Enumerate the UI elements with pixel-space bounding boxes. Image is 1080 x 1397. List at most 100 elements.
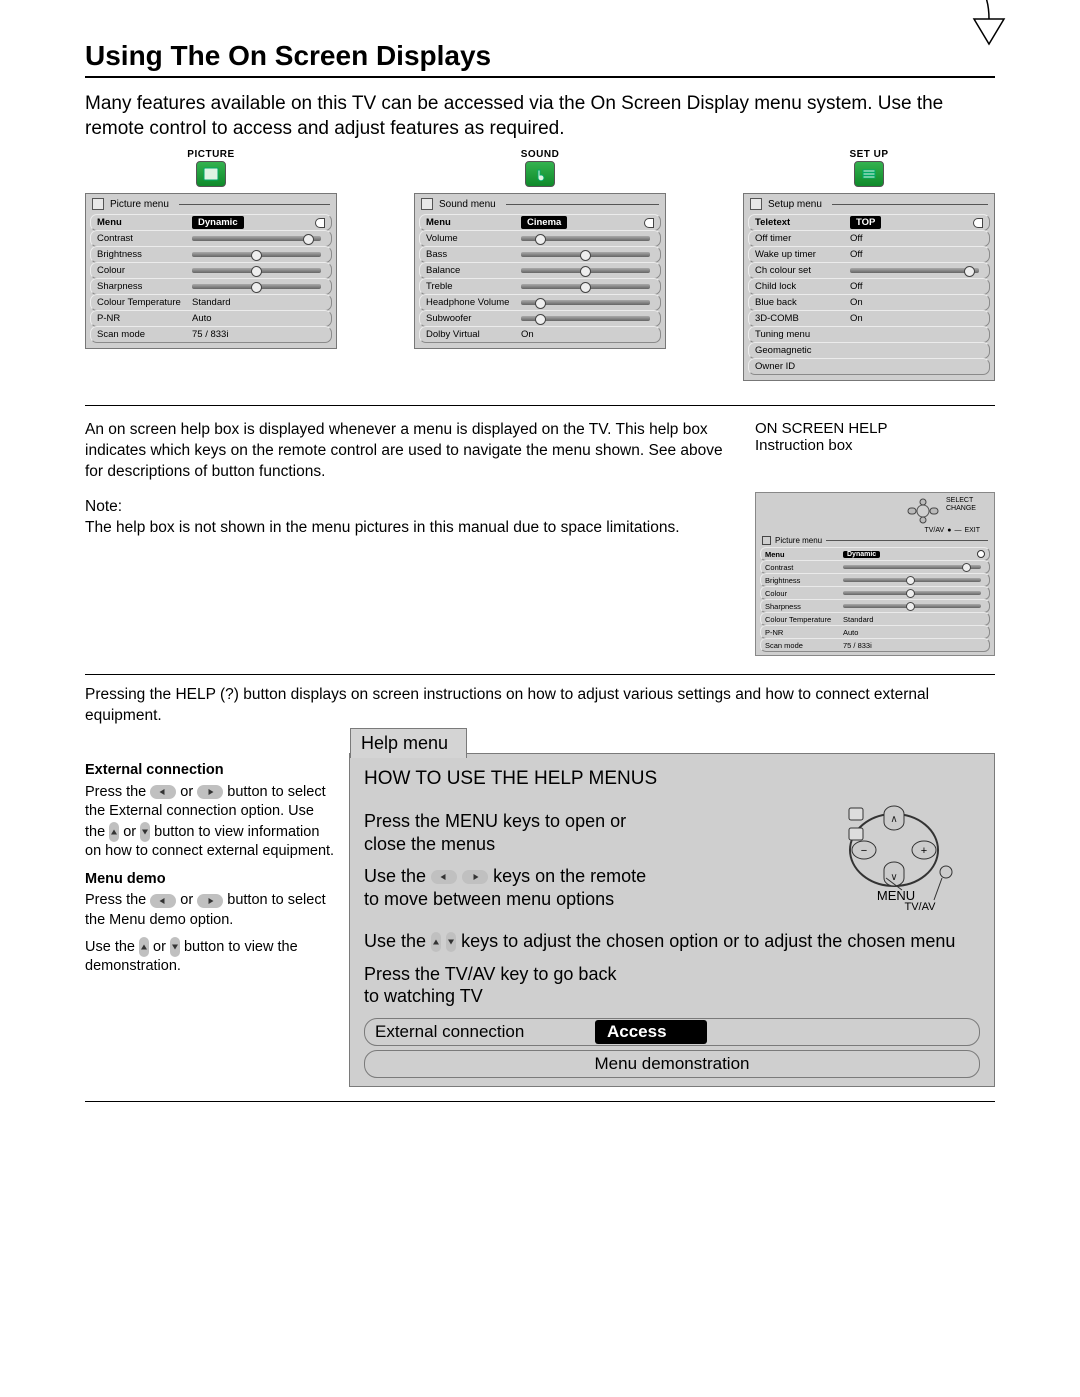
- osd-row[interactable]: Volume: [419, 230, 661, 247]
- osd-row[interactable]: 3D-COMBOn: [748, 310, 990, 327]
- osd-row[interactable]: Sharpness: [90, 278, 332, 295]
- slider-track[interactable]: [521, 268, 650, 273]
- setup-icon: [854, 161, 884, 187]
- picture-header: PICTURE: [85, 149, 337, 160]
- osd-row[interactable]: Blue backOn: [748, 294, 990, 311]
- slider-track[interactable]: [843, 578, 981, 582]
- osd-row[interactable]: P-NRAuto: [90, 310, 332, 327]
- osd-row[interactable]: Geomagnetic: [748, 342, 990, 359]
- slider-track[interactable]: [192, 252, 321, 257]
- help-button-intro: Pressing the HELP (?) button displays on…: [85, 685, 995, 727]
- osd-row-value: On: [521, 329, 654, 340]
- slider-thumb[interactable]: [580, 266, 591, 277]
- slider-thumb[interactable]: [303, 234, 314, 245]
- slider-thumb[interactable]: [964, 266, 975, 277]
- osd-row[interactable]: Scan mode75 / 833i: [760, 638, 990, 652]
- slider-track[interactable]: [521, 300, 650, 305]
- osd-row-label: Sharpness: [765, 602, 843, 611]
- setup-osd-title-text: Setup menu: [768, 199, 822, 210]
- osd-row[interactable]: Child lockOff: [748, 278, 990, 295]
- osd-row-label: Volume: [426, 233, 521, 244]
- osd-row[interactable]: Treble: [419, 278, 661, 295]
- osd-row-label: Geomagnetic: [755, 345, 850, 356]
- osd-row[interactable]: MenuDynamic: [760, 547, 990, 561]
- slider-track[interactable]: [521, 236, 650, 241]
- row-endcap-icon: [644, 218, 654, 228]
- slider-thumb[interactable]: [906, 589, 915, 598]
- osd-row[interactable]: Colour TemperatureStandard: [760, 612, 990, 626]
- help-illustration: ON SCREEN HELP Instruction box: [755, 420, 995, 656]
- osd-row[interactable]: Headphone Volume: [419, 294, 661, 311]
- osd-row-value: Off: [850, 249, 983, 260]
- osd-row[interactable]: Brightness: [90, 246, 332, 263]
- osd-row-label: Colour Temperature: [97, 297, 192, 308]
- slider-track[interactable]: [192, 268, 321, 273]
- access-pill: Access: [595, 1020, 707, 1044]
- slider-thumb[interactable]: [535, 234, 546, 245]
- slider-track[interactable]: [843, 591, 981, 595]
- slider-thumb[interactable]: [535, 314, 546, 325]
- picture-osd-title-text: Picture menu: [110, 199, 169, 210]
- osd-row[interactable]: Owner ID: [748, 358, 990, 375]
- slider-thumb[interactable]: [535, 298, 546, 309]
- left-key-icon: [431, 870, 457, 884]
- osd-row[interactable]: MenuCinema: [419, 214, 661, 231]
- sound-osd: Sound menu MenuCinemaVolumeBassBalanceTr…: [414, 193, 666, 349]
- osd-row-label: Contrast: [765, 563, 843, 572]
- help-menu-row-external[interactable]: External connection Access: [364, 1018, 980, 1046]
- left-key-icon: [150, 785, 176, 799]
- osd-row-value: 75 / 833i: [192, 329, 325, 340]
- osd-row[interactable]: Sharpness: [760, 599, 990, 613]
- osd-row[interactable]: Ch colour set: [748, 262, 990, 279]
- rule: [85, 405, 995, 406]
- osd-row[interactable]: Colour: [90, 262, 332, 279]
- osd-row[interactable]: Dolby VirtualOn: [419, 326, 661, 343]
- osd-row[interactable]: Bass: [419, 246, 661, 263]
- osd-row-label: Scan mode: [765, 641, 843, 650]
- osd-row[interactable]: Tuning menu: [748, 326, 990, 343]
- slider-track[interactable]: [850, 268, 979, 273]
- osd-menus-row: PICTURE Picture menu MenuDynamicContrast…: [85, 149, 995, 381]
- osd-row-value-badge: Cinema: [521, 216, 567, 229]
- osd-row[interactable]: Contrast: [760, 560, 990, 574]
- osd-row-label: Dolby Virtual: [426, 329, 521, 340]
- right-key-icon: [197, 785, 223, 799]
- osd-row[interactable]: Contrast: [90, 230, 332, 247]
- osd-row[interactable]: Brightness: [760, 573, 990, 587]
- slider-thumb[interactable]: [962, 563, 971, 572]
- osd-row[interactable]: Colour TemperatureStandard: [90, 294, 332, 311]
- menu-demo-text1: Press the or button to select the Menu d…: [85, 891, 335, 930]
- osd-row[interactable]: Subwoofer: [419, 310, 661, 327]
- osd-row[interactable]: Wake up timerOff: [748, 246, 990, 263]
- setup-osd: Setup menu TeletextTOPOff timerOffWake u…: [743, 193, 995, 381]
- osd-row[interactable]: MenuDynamic: [90, 214, 332, 231]
- osd-row-value-badge: Dynamic: [192, 216, 244, 229]
- osd-row[interactable]: Balance: [419, 262, 661, 279]
- ext-conn-heading: External connection: [85, 761, 335, 781]
- osd-row[interactable]: Off timerOff: [748, 230, 990, 247]
- picture-title-icon: [92, 198, 104, 210]
- slider-track[interactable]: [843, 565, 981, 569]
- slider-thumb[interactable]: [251, 250, 262, 261]
- slider-thumb[interactable]: [906, 576, 915, 585]
- slider-track[interactable]: [521, 252, 650, 257]
- slider-thumb[interactable]: [580, 282, 591, 293]
- slider-thumb[interactable]: [580, 250, 591, 261]
- help-p1: An on screen help box is displayed whene…: [85, 420, 733, 483]
- osd-row[interactable]: Colour: [760, 586, 990, 600]
- rule: [85, 76, 995, 78]
- slider-track[interactable]: [192, 284, 321, 289]
- osd-row[interactable]: P-NRAuto: [760, 625, 990, 639]
- down-key-icon: [170, 937, 180, 957]
- right-key-icon: [197, 894, 223, 908]
- help-menu-row-demo[interactable]: Menu demonstration: [364, 1050, 980, 1078]
- slider-thumb[interactable]: [906, 602, 915, 611]
- slider-thumb[interactable]: [251, 282, 262, 293]
- osd-row[interactable]: Scan mode75 / 833i: [90, 326, 332, 343]
- osd-row[interactable]: TeletextTOP: [748, 214, 990, 231]
- slider-track[interactable]: [521, 284, 650, 289]
- slider-thumb[interactable]: [251, 266, 262, 277]
- slider-track[interactable]: [192, 236, 321, 241]
- slider-track[interactable]: [843, 604, 981, 608]
- slider-track[interactable]: [521, 316, 650, 321]
